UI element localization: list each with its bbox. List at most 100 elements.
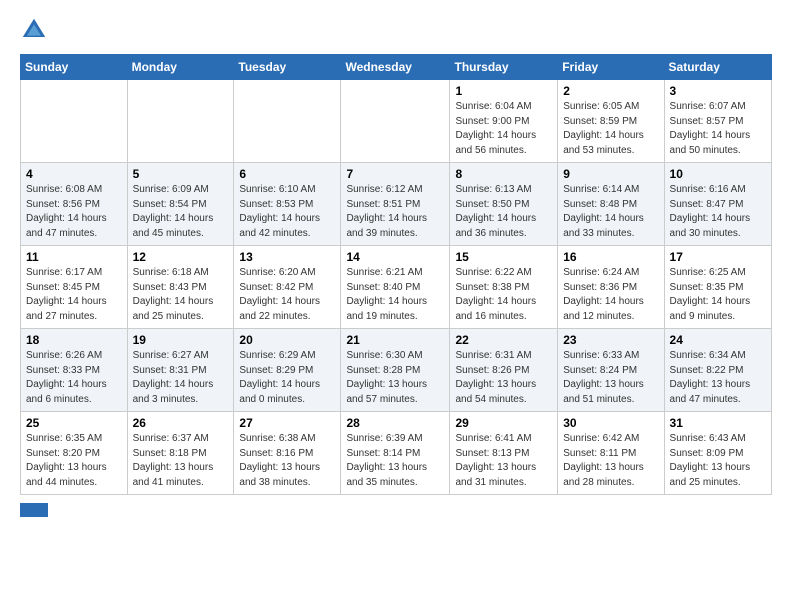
day-number: 28 — [346, 416, 444, 430]
day-number: 10 — [670, 167, 766, 181]
day-number: 22 — [455, 333, 552, 347]
day-number: 4 — [26, 167, 122, 181]
day-info: Sunrise: 6:43 AM Sunset: 8:09 PM Dayligh… — [670, 432, 766, 490]
calendar-cell: 1 Sunrise: 6:04 AM Sunset: 9:00 PM Daylig… — [450, 80, 558, 163]
day-number: 18 — [26, 333, 122, 347]
calendar-cell: 13 Sunrise: 6:20 AM Sunset: 8:42 PM Dayli… — [234, 246, 341, 329]
calendar-header-saturday: Saturday — [664, 55, 771, 80]
calendar-cell: 2 Sunrise: 6:05 AM Sunset: 8:59 PM Daylig… — [558, 80, 664, 163]
calendar-cell: 7Sunrise: 6:12 AM Sunset: 8:51 PM Daylig… — [341, 163, 450, 246]
day-info: Sunrise: 6:42 AM Sunset: 8:11 PM Dayligh… — [563, 432, 658, 490]
day-number: 14 — [346, 250, 444, 264]
calendar-cell — [21, 80, 128, 163]
day-number: 23 — [563, 333, 658, 347]
calendar-cell: 11Sunrise: 6:17 AM Sunset: 8:45 PM Dayli… — [21, 246, 128, 329]
calendar-cell: 28 Sunrise: 6:39 AM Sunset: 8:14 PM Dayli… — [341, 412, 450, 495]
generalblue-logo-icon — [20, 16, 48, 44]
calendar-cell: 6 Sunrise: 6:10 AM Sunset: 8:53 PM Daylig… — [234, 163, 341, 246]
day-number: 6 — [239, 167, 335, 181]
calendar-cell: 26Sunrise: 6:37 AM Sunset: 8:18 PM Dayli… — [127, 412, 234, 495]
day-info: Sunrise: 6:08 AM Sunset: 8:56 PM Dayligh… — [26, 183, 122, 241]
day-info: Sunrise: 6:38 AM Sunset: 8:16 PM Dayligh… — [239, 432, 335, 490]
day-info: Sunrise: 6:18 AM Sunset: 8:43 PM Dayligh… — [133, 266, 229, 324]
calendar-cell: 23 Sunrise: 6:33 AM Sunset: 8:24 PM Dayli… — [558, 329, 664, 412]
day-number: 2 — [563, 84, 658, 98]
calendar-cell: 14Sunrise: 6:21 AM Sunset: 8:40 PM Dayli… — [341, 246, 450, 329]
day-number: 31 — [670, 416, 766, 430]
calendar-cell: 5Sunrise: 6:09 AM Sunset: 8:54 PM Daylig… — [127, 163, 234, 246]
calendar-cell: 18 Sunrise: 6:26 AM Sunset: 8:33 PM Dayli… — [21, 329, 128, 412]
day-info: Sunrise: 6:41 AM Sunset: 8:13 PM Dayligh… — [455, 432, 552, 490]
calendar-week-row-1: 1 Sunrise: 6:04 AM Sunset: 9:00 PM Daylig… — [21, 80, 772, 163]
calendar-cell: 27 Sunrise: 6:38 AM Sunset: 8:16 PM Dayli… — [234, 412, 341, 495]
day-info: Sunrise: 6:10 AM Sunset: 8:53 PM Dayligh… — [239, 183, 335, 241]
calendar-week-row-3: 11Sunrise: 6:17 AM Sunset: 8:45 PM Dayli… — [21, 246, 772, 329]
day-number: 11 — [26, 250, 122, 264]
calendar-cell: 16Sunrise: 6:24 AM Sunset: 8:36 PM Dayli… — [558, 246, 664, 329]
day-info: Sunrise: 6:27 AM Sunset: 8:31 PM Dayligh… — [133, 349, 229, 407]
calendar-header-row: SundayMondayTuesdayWednesdayThursdayFrid… — [21, 55, 772, 80]
calendar-header-monday: Monday — [127, 55, 234, 80]
calendar-cell: 19 Sunrise: 6:27 AM Sunset: 8:31 PM Dayli… — [127, 329, 234, 412]
legend-color-box — [20, 503, 48, 517]
calendar: SundayMondayTuesdayWednesdayThursdayFrid… — [20, 54, 772, 495]
day-number: 24 — [670, 333, 766, 347]
day-info: Sunrise: 6:39 AM Sunset: 8:14 PM Dayligh… — [346, 432, 444, 490]
calendar-cell: 31 Sunrise: 6:43 AM Sunset: 8:09 PM Dayli… — [664, 412, 771, 495]
calendar-week-row-2: 4 Sunrise: 6:08 AM Sunset: 8:56 PM Daylig… — [21, 163, 772, 246]
day-info: Sunrise: 6:05 AM Sunset: 8:59 PM Dayligh… — [563, 100, 658, 158]
calendar-cell: 22 Sunrise: 6:31 AM Sunset: 8:26 PM Dayli… — [450, 329, 558, 412]
calendar-cell: 29Sunrise: 6:41 AM Sunset: 8:13 PM Dayli… — [450, 412, 558, 495]
day-info: Sunrise: 6:20 AM Sunset: 8:42 PM Dayligh… — [239, 266, 335, 324]
day-number: 13 — [239, 250, 335, 264]
day-info: Sunrise: 6:04 AM Sunset: 9:00 PM Dayligh… — [455, 100, 552, 158]
day-info: Sunrise: 6:31 AM Sunset: 8:26 PM Dayligh… — [455, 349, 552, 407]
day-info: Sunrise: 6:07 AM Sunset: 8:57 PM Dayligh… — [670, 100, 766, 158]
calendar-cell: 10 Sunrise: 6:16 AM Sunset: 8:47 PM Dayli… — [664, 163, 771, 246]
logo — [20, 16, 52, 44]
day-number: 7 — [346, 167, 444, 181]
day-number: 15 — [455, 250, 552, 264]
page: SundayMondayTuesdayWednesdayThursdayFrid… — [0, 0, 792, 533]
day-number: 19 — [133, 333, 229, 347]
calendar-cell: 20Sunrise: 6:29 AM Sunset: 8:29 PM Dayli… — [234, 329, 341, 412]
calendar-cell: 25Sunrise: 6:35 AM Sunset: 8:20 PM Dayli… — [21, 412, 128, 495]
day-info: Sunrise: 6:13 AM Sunset: 8:50 PM Dayligh… — [455, 183, 552, 241]
day-info: Sunrise: 6:29 AM Sunset: 8:29 PM Dayligh… — [239, 349, 335, 407]
day-number: 27 — [239, 416, 335, 430]
calendar-header-friday: Friday — [558, 55, 664, 80]
header — [20, 16, 772, 44]
calendar-header-tuesday: Tuesday — [234, 55, 341, 80]
calendar-cell: 4 Sunrise: 6:08 AM Sunset: 8:56 PM Daylig… — [21, 163, 128, 246]
day-number: 30 — [563, 416, 658, 430]
day-info: Sunrise: 6:22 AM Sunset: 8:38 PM Dayligh… — [455, 266, 552, 324]
calendar-cell: 12 Sunrise: 6:18 AM Sunset: 8:43 PM Dayli… — [127, 246, 234, 329]
day-info: Sunrise: 6:33 AM Sunset: 8:24 PM Dayligh… — [563, 349, 658, 407]
calendar-cell: 8Sunrise: 6:13 AM Sunset: 8:50 PM Daylig… — [450, 163, 558, 246]
calendar-cell: 17 Sunrise: 6:25 AM Sunset: 8:35 PM Dayli… — [664, 246, 771, 329]
day-info: Sunrise: 6:35 AM Sunset: 8:20 PM Dayligh… — [26, 432, 122, 490]
day-number: 3 — [670, 84, 766, 98]
calendar-header-thursday: Thursday — [450, 55, 558, 80]
calendar-header-wednesday: Wednesday — [341, 55, 450, 80]
calendar-cell: 21Sunrise: 6:30 AM Sunset: 8:28 PM Dayli… — [341, 329, 450, 412]
day-number: 1 — [455, 84, 552, 98]
day-info: Sunrise: 6:30 AM Sunset: 8:28 PM Dayligh… — [346, 349, 444, 407]
day-number: 9 — [563, 167, 658, 181]
day-info: Sunrise: 6:09 AM Sunset: 8:54 PM Dayligh… — [133, 183, 229, 241]
calendar-cell: 24Sunrise: 6:34 AM Sunset: 8:22 PM Dayli… — [664, 329, 771, 412]
day-number: 12 — [133, 250, 229, 264]
day-info: Sunrise: 6:14 AM Sunset: 8:48 PM Dayligh… — [563, 183, 658, 241]
calendar-cell: 30 Sunrise: 6:42 AM Sunset: 8:11 PM Dayli… — [558, 412, 664, 495]
day-info: Sunrise: 6:25 AM Sunset: 8:35 PM Dayligh… — [670, 266, 766, 324]
calendar-cell: 9 Sunrise: 6:14 AM Sunset: 8:48 PM Daylig… — [558, 163, 664, 246]
day-info: Sunrise: 6:16 AM Sunset: 8:47 PM Dayligh… — [670, 183, 766, 241]
calendar-cell — [234, 80, 341, 163]
calendar-cell: 3 Sunrise: 6:07 AM Sunset: 8:57 PM Daylig… — [664, 80, 771, 163]
day-info: Sunrise: 6:26 AM Sunset: 8:33 PM Dayligh… — [26, 349, 122, 407]
legend — [20, 503, 772, 517]
calendar-header-sunday: Sunday — [21, 55, 128, 80]
calendar-week-row-4: 18 Sunrise: 6:26 AM Sunset: 8:33 PM Dayli… — [21, 329, 772, 412]
calendar-cell — [127, 80, 234, 163]
day-number: 17 — [670, 250, 766, 264]
